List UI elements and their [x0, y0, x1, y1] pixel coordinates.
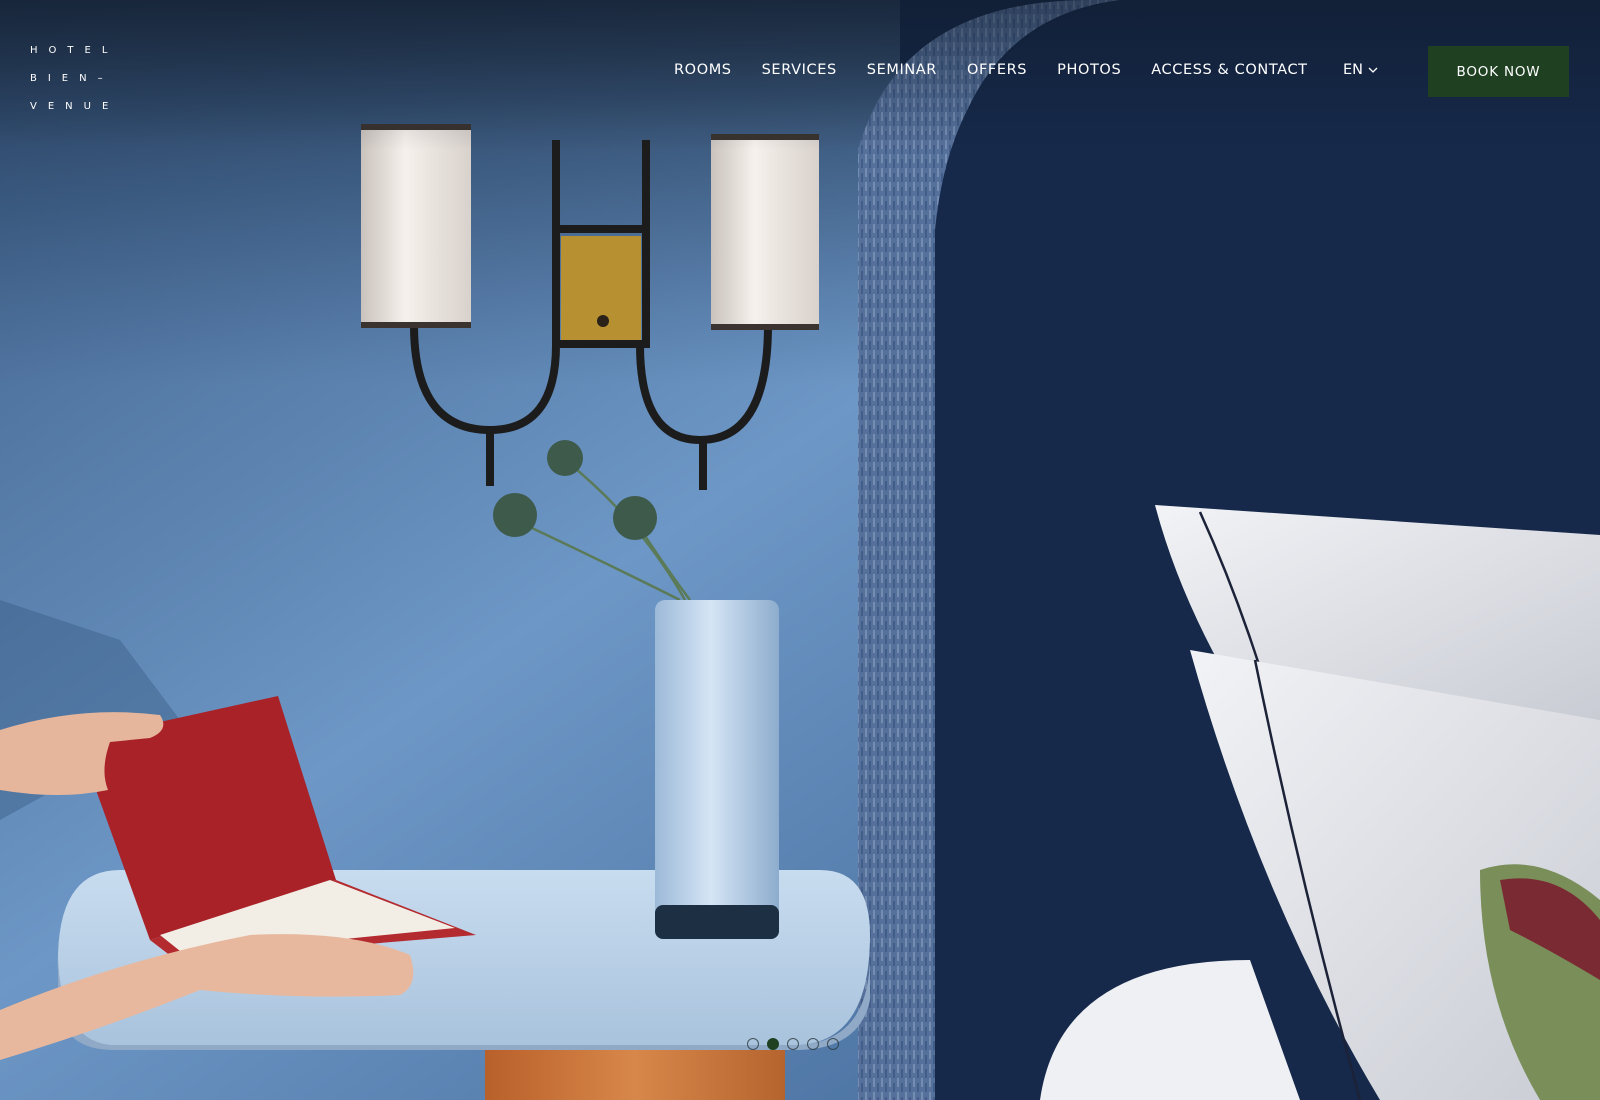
- logo-line-1: HOTEL: [30, 45, 119, 56]
- hero-photo-illustration: [0, 0, 1600, 1100]
- main-navigation: ROOMS SERVICES SEMINAR OFFERS PHOTOS ACC…: [674, 62, 1338, 78]
- slider-dot-4[interactable]: [807, 1038, 819, 1050]
- nav-item-rooms[interactable]: ROOMS: [674, 62, 732, 78]
- language-selector[interactable]: EN: [1343, 62, 1378, 78]
- nav-item-seminar[interactable]: SEMINAR: [867, 62, 937, 78]
- slider-dot-5[interactable]: [827, 1038, 839, 1050]
- book-now-button[interactable]: BOOK NOW: [1428, 46, 1569, 97]
- hotel-logo[interactable]: HOTEL BIEN– VENUE: [30, 37, 119, 121]
- nav-item-photos[interactable]: PHOTOS: [1057, 62, 1121, 78]
- language-label: EN: [1343, 62, 1364, 78]
- hero-image: [0, 0, 1600, 1100]
- logo-line-3: VENUE: [30, 101, 120, 112]
- slider-pagination: [747, 1038, 839, 1050]
- nav-item-access-contact[interactable]: ACCESS & CONTACT: [1151, 62, 1307, 78]
- nav-item-offers[interactable]: OFFERS: [967, 62, 1027, 78]
- chevron-down-icon: [1368, 67, 1378, 73]
- slider-dot-1[interactable]: [747, 1038, 759, 1050]
- slider-dot-2[interactable]: [767, 1038, 779, 1050]
- slider-dot-3[interactable]: [787, 1038, 799, 1050]
- nav-item-services[interactable]: SERVICES: [762, 62, 837, 78]
- logo-line-2: BIEN–: [30, 73, 114, 84]
